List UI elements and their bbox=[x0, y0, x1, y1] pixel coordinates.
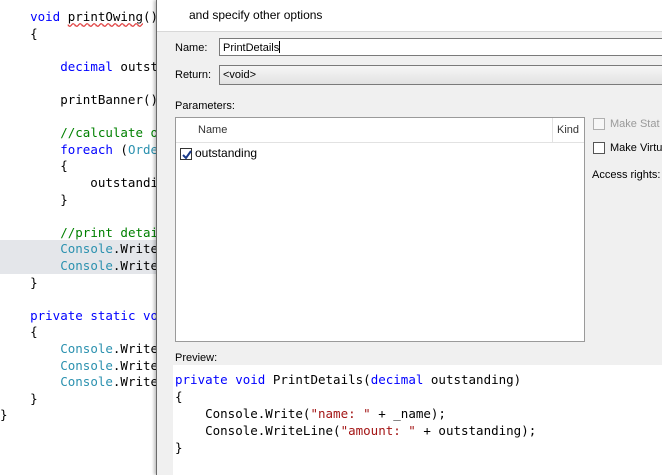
code-line: { bbox=[0, 158, 68, 174]
code-line: void printOwing() bbox=[30, 9, 159, 24]
return-type-combobox[interactable]: <void> bbox=[219, 65, 662, 85]
code-line: //calculate o bbox=[60, 125, 159, 141]
make-static-label: Make Stat bbox=[610, 118, 660, 130]
code-line: private static vo bbox=[30, 307, 159, 323]
code-line: } bbox=[0, 390, 38, 406]
extract-method-dialog: and specify other options Name: PrintDet… bbox=[156, 0, 662, 475]
parameters-header: Name Kind bbox=[176, 118, 584, 143]
code-line: //print detai bbox=[60, 224, 159, 240]
name-label: Name: bbox=[175, 42, 208, 54]
parameters-label: Parameters: bbox=[175, 100, 235, 112]
parameters-list[interactable]: Name Kind outstanding bbox=[175, 117, 585, 342]
code-editor[interactable]: void printOwing() { decimal outst printB… bbox=[0, 0, 160, 475]
preview-line: } bbox=[175, 440, 183, 455]
code-line: foreach (Orde bbox=[60, 141, 159, 157]
text-caret bbox=[279, 41, 281, 53]
method-name-value: PrintDetails bbox=[223, 42, 280, 54]
preview-line: private void PrintDetails(decimal outsta… bbox=[175, 372, 522, 387]
code-line: { bbox=[0, 25, 38, 41]
parameter-row[interactable]: outstanding bbox=[176, 144, 584, 162]
code-line: Console.Write bbox=[60, 357, 159, 373]
column-header-kind[interactable]: Kind bbox=[557, 124, 579, 136]
method-name-input[interactable]: PrintDetails bbox=[219, 38, 662, 56]
code-line: printBanner() bbox=[0, 92, 159, 107]
code-line: outstandi bbox=[0, 175, 159, 190]
preview-line: Console.WriteLine("amount: " + outstandi… bbox=[175, 423, 537, 438]
dialog-subtitle: and specify other options bbox=[189, 8, 323, 22]
code-line: Console.Write bbox=[60, 341, 159, 356]
make-virtual-label: Make Virtu bbox=[610, 142, 662, 154]
code-line: Console.Write bbox=[60, 374, 159, 390]
code-line: Console.Write bbox=[0, 257, 160, 274]
code-line: } bbox=[0, 274, 38, 290]
column-header-name[interactable]: Name bbox=[198, 124, 227, 136]
preview-code: private void PrintDetails(decimal outsta… bbox=[173, 365, 662, 475]
preview-label: Preview: bbox=[175, 352, 218, 364]
code-line: } bbox=[0, 407, 8, 423]
access-rights-label: Access rights: bbox=[592, 169, 661, 181]
code-line: } bbox=[0, 191, 68, 207]
column-divider bbox=[552, 118, 553, 142]
parameter-checkbox[interactable] bbox=[180, 148, 192, 160]
checkmark-icon bbox=[182, 150, 192, 160]
code-line: Console.Write bbox=[0, 240, 160, 258]
code-line: decimal outst bbox=[60, 58, 159, 74]
dialog-header: and specify other options bbox=[157, 0, 662, 32]
code-line: { bbox=[0, 324, 38, 340]
parameter-name: outstanding bbox=[195, 146, 258, 160]
make-virtual-checkbox[interactable] bbox=[593, 142, 605, 154]
preview-line: Console.Write("name: " + _name); bbox=[175, 406, 446, 421]
preview-line: { bbox=[175, 389, 183, 404]
return-label: Return: bbox=[175, 69, 212, 81]
return-type-value: <void> bbox=[223, 69, 257, 81]
make-static-checkbox[interactable] bbox=[593, 118, 605, 130]
